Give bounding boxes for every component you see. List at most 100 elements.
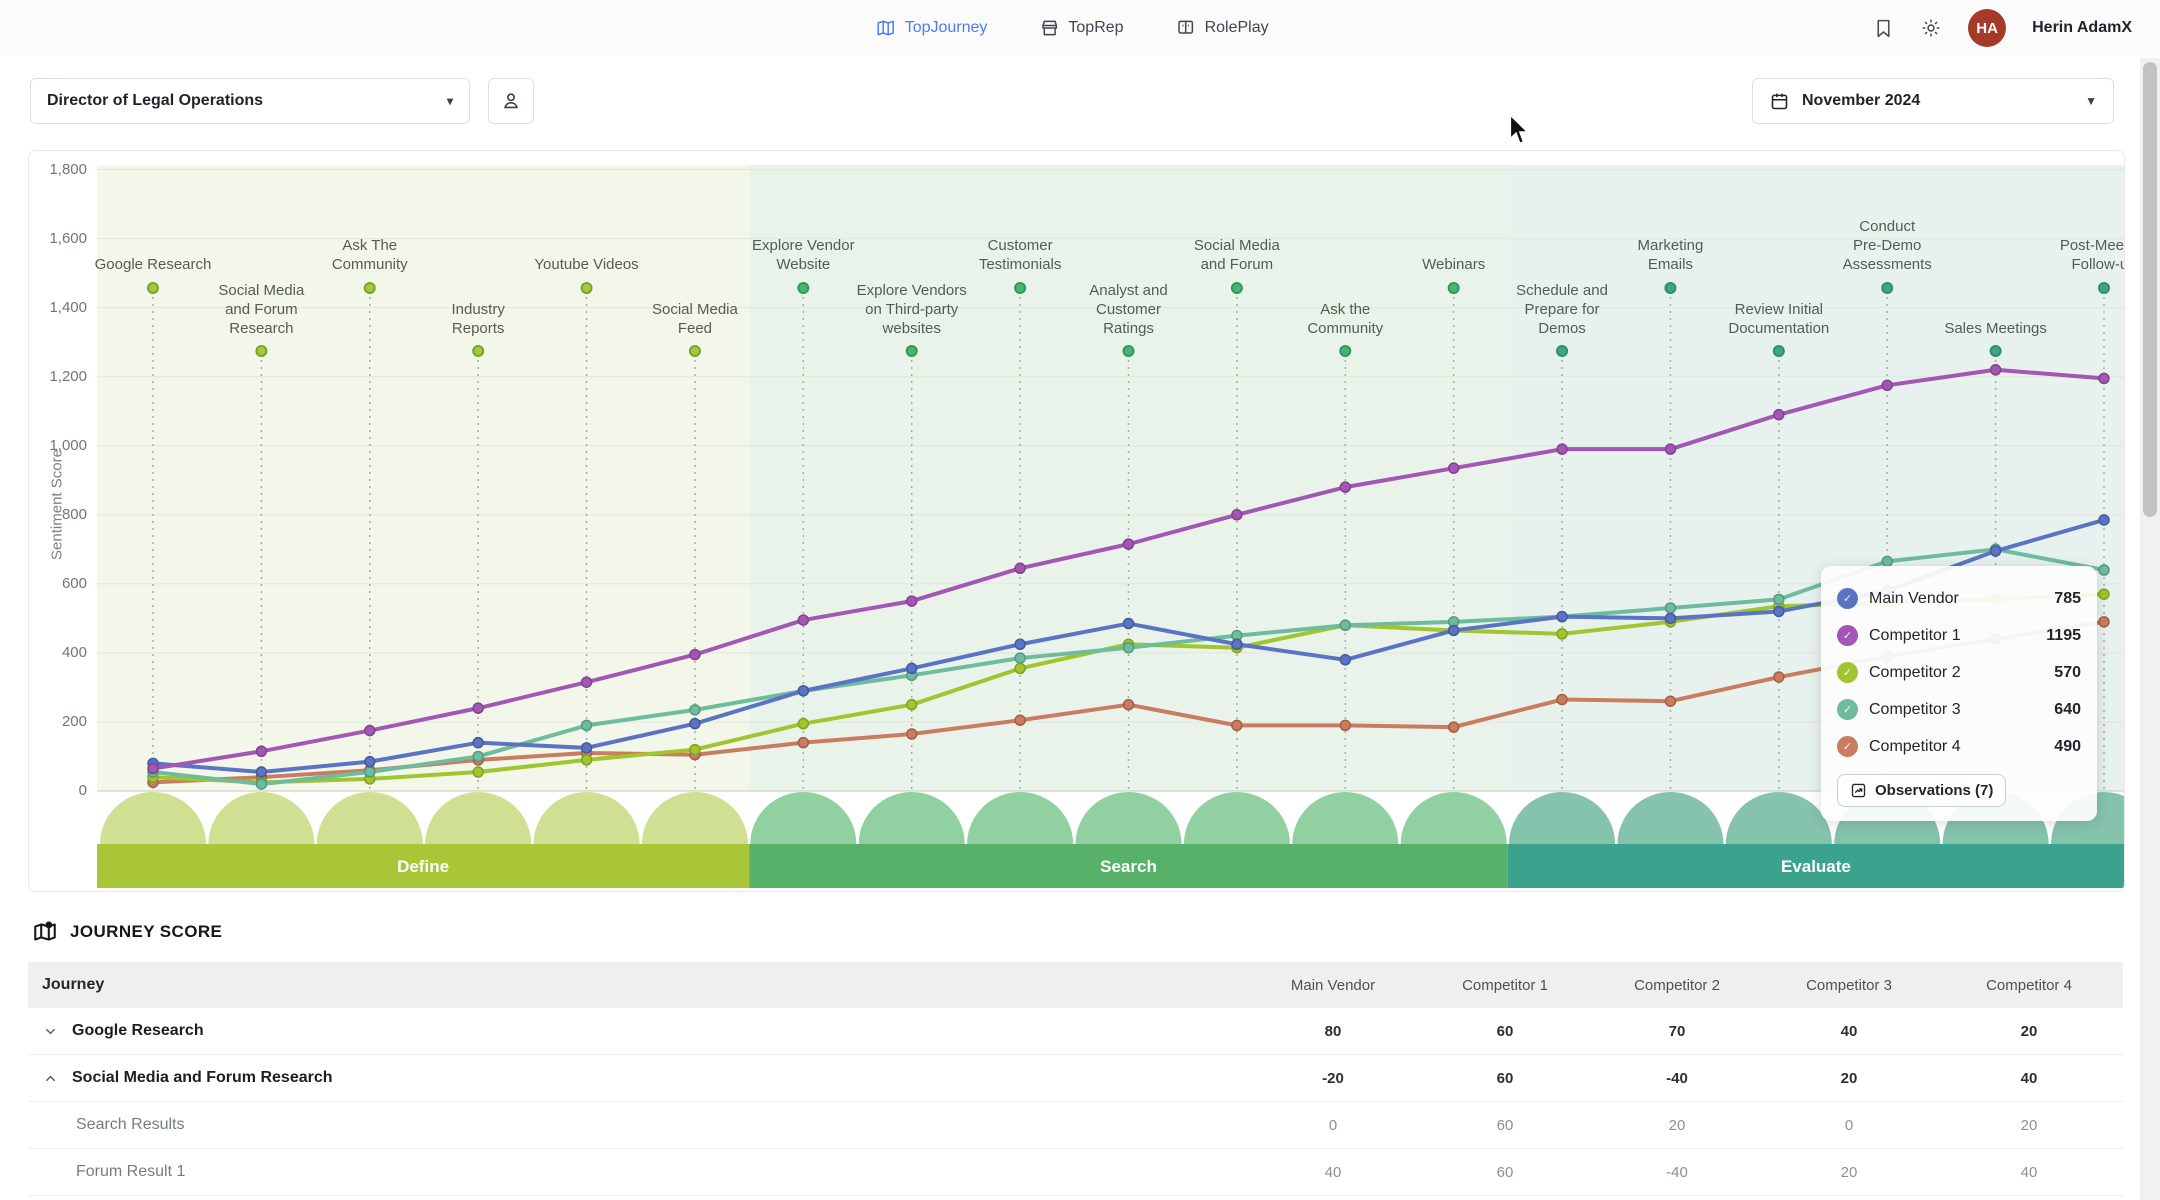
legend-value: 640 [2054, 700, 2081, 718]
map-icon [876, 18, 896, 38]
col-main-vendor: Main Vendor [1290, 976, 1376, 994]
legend-value: 785 [2054, 589, 2081, 607]
chevron-up-icon[interactable] [28, 1071, 72, 1086]
milestone-label[interactable]: Google Research [68, 256, 238, 275]
series-dot-competitor-3: ✓ [1837, 699, 1858, 720]
user-name[interactable]: Herin AdamX [2032, 19, 2132, 37]
milestone-label[interactable]: Webinars [1369, 256, 1539, 275]
nav-tab-label: TopJourney [904, 19, 988, 36]
cell-value: -40 [1666, 1069, 1688, 1087]
legend-value: 490 [2054, 737, 2081, 755]
milestone-label[interactable]: Explore Vendor Website [718, 237, 888, 275]
legend-item-main-vendor[interactable]: ✓ Main Vendor 785 [1837, 580, 2081, 617]
legend-item-competitor-2[interactable]: ✓ Competitor 2 570 [1837, 654, 2081, 691]
cell-value: 60 [1496, 1163, 1514, 1181]
cell-value: 40 [1840, 1022, 1858, 1040]
tab-roleplay[interactable]: RolePlay [1176, 18, 1269, 38]
series-dot-competitor-2: ✓ [1837, 662, 1858, 683]
cell-value: 0 [1328, 1116, 1338, 1134]
legend-item-competitor-3[interactable]: ✓ Competitor 3 640 [1837, 691, 2081, 728]
milestone-label[interactable]: Ask the Community [1260, 301, 1430, 339]
milestone-label[interactable]: Marketing Emails [1585, 237, 1755, 275]
journey-chart: Define Search Evaluate Sentiment Score ✓ M… [28, 150, 2125, 892]
y-axis-tick: 1,800 [49, 160, 87, 178]
milestone-label[interactable]: Post-MeetingFollow-up [2019, 237, 2124, 275]
series-dot-competitor-4: ✓ [1837, 736, 1858, 757]
gear-icon[interactable] [1920, 17, 1942, 39]
milestone-label[interactable]: Social Media and Forum [1152, 237, 1322, 275]
col-journey: Journey [42, 976, 105, 993]
cell-value: 40 [2020, 1069, 2038, 1087]
table-header-row: Journey Main Vendor Competitor 1 Competi… [28, 962, 2123, 1008]
y-axis-tick: 1,000 [49, 436, 87, 454]
legend-value: 1195 [2046, 626, 2081, 644]
cell-value: 70 [1668, 1022, 1686, 1040]
legend-label: Competitor 4 [1869, 737, 1961, 755]
journey-score-title: JOURNEY SCORE [32, 912, 222, 952]
milestone-label[interactable]: Sales Meetings [1911, 320, 2081, 339]
cell-value: 20 [1668, 1116, 1686, 1134]
tab-toprep[interactable]: TopRep [1039, 18, 1124, 38]
legend-label: Competitor 1 [1869, 626, 1961, 644]
legend-value: 570 [2054, 663, 2081, 681]
nav-right-cluster: HA Herin AdamX [1873, 0, 2132, 56]
mouse-cursor [1506, 115, 1532, 145]
persona-select-value: Director of Legal Operations [47, 92, 264, 109]
tab-topjourney[interactable]: TopJourney [876, 18, 988, 38]
chevron-down-icon: ▾ [446, 94, 453, 108]
milestone-label[interactable]: Ask The Community [285, 237, 455, 275]
milestone-label[interactable]: Social Media and Forum Research [176, 282, 346, 339]
y-axis-tick: 1,600 [49, 229, 87, 247]
milestone-label[interactable]: Explore Vendors on Third-party websites [827, 282, 997, 339]
journey-score-title-text: JOURNEY SCORE [70, 922, 223, 941]
cell-value: 0 [1844, 1116, 1854, 1134]
scrollbar-thumb[interactable] [2143, 62, 2157, 517]
chevron-down-icon[interactable] [28, 1024, 72, 1039]
avatar[interactable]: HA [1968, 9, 2007, 47]
milestone-label[interactable]: Industry Reports [393, 301, 563, 339]
milestone-label[interactable]: Customer Testimonials [935, 237, 1105, 275]
milestone-label[interactable]: Analyst and Customer Ratings [1044, 282, 1214, 339]
cell-value: 20 [1840, 1163, 1858, 1181]
book-icon [1176, 18, 1196, 38]
cell-value: -20 [1322, 1069, 1344, 1087]
milestone-label[interactable]: Youtube Videos [502, 256, 672, 275]
milestone-label[interactable]: Schedule and Prepare for Demos [1477, 282, 1647, 339]
cell-value: 60 [1496, 1069, 1514, 1087]
col-competitor-4: Competitor 4 [1986, 976, 2072, 994]
milestone-label[interactable]: Social Media Feed [610, 301, 780, 339]
persona-user-button[interactable] [488, 78, 534, 124]
observations-label: Observations (7) [1875, 782, 1994, 799]
cell-value: 60 [1496, 1022, 1514, 1040]
nav-tabs: TopJourney TopRep RolePlay [876, 0, 1269, 56]
period-select[interactable]: November 2024 ▼ [1752, 78, 2114, 124]
y-axis-tick: 600 [61, 574, 87, 592]
bookmark-icon[interactable] [1873, 18, 1894, 39]
map-icon [32, 919, 58, 945]
col-competitor-2: Competitor 2 [1634, 976, 1720, 994]
y-axis-tick: 400 [61, 643, 87, 661]
storefront-icon [1039, 18, 1059, 38]
table-row[interactable]: Forum Result 1 40 60 -40 20 40 [28, 1149, 2123, 1196]
col-competitor-3: Competitor 3 [1806, 976, 1892, 994]
y-axis-tick: 200 [61, 712, 87, 730]
table-row[interactable]: Search Results 0 60 20 0 20 [28, 1102, 2123, 1149]
cell-value: 60 [1496, 1116, 1514, 1134]
nav-tab-label: TopRep [1068, 19, 1124, 36]
y-axis-tick: 1,200 [49, 367, 87, 385]
observations-button[interactable]: Observations (7) [1837, 774, 2007, 807]
row-label: Google Research [72, 1022, 204, 1039]
legend-item-competitor-4[interactable]: ✓ Competitor 4 490 [1837, 728, 2081, 765]
app-window: TopJourney TopRep RolePlay HA Herin Adam… [0, 0, 2160, 1200]
table-row[interactable]: Social Media and Forum Research -20 60 -… [28, 1055, 2123, 1102]
milestone-label[interactable]: Review Initial Documentation [1694, 301, 1864, 339]
table-row[interactable]: Google Research 80 60 70 40 20 [28, 1008, 2123, 1055]
chevron-down-icon: ▼ [2085, 94, 2097, 108]
row-label: Search Results [76, 1116, 185, 1133]
persona-select[interactable]: Director of Legal Operations ▾ [30, 78, 470, 124]
observations-icon [1850, 782, 1867, 799]
legend-item-competitor-1[interactable]: ✓ Competitor 1 1195 [1837, 617, 2081, 654]
calendar-icon [1769, 91, 1790, 112]
y-axis-tick: 1,400 [49, 298, 87, 316]
milestone-label[interactable]: Conduct Pre-Demo Assessments [1802, 218, 1972, 275]
